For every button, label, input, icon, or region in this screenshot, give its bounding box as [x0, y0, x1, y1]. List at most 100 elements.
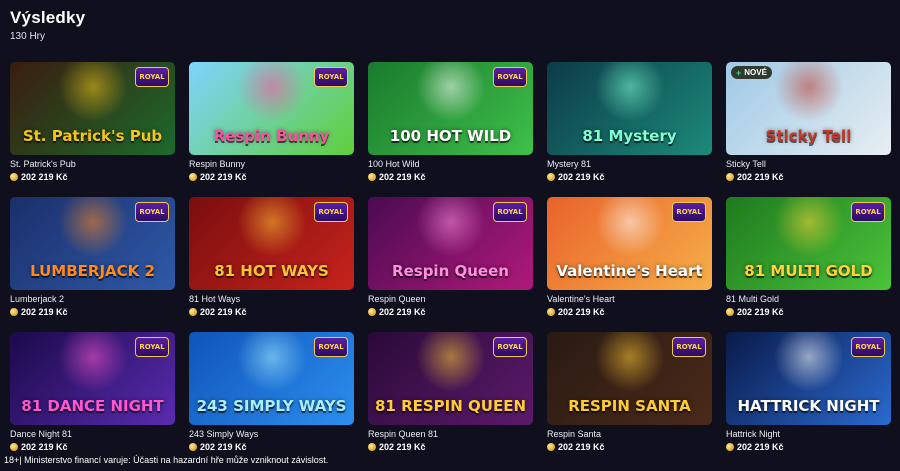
game-card[interactable]: 81 MULTI GOLD ROYAL 81 Multi Gold 202 219 K… [726, 197, 891, 332]
game-thumbnail[interactable]: 81 DANCE NIGHT ROYAL [10, 332, 175, 425]
jackpot-value: 202 219 Kč [737, 307, 784, 317]
game-card[interactable]: 81 RESPIN QUEEN ROYAL Respin Queen 81 202 2… [368, 332, 533, 467]
jackpot-value: 202 219 Kč [21, 442, 68, 452]
jackpot-amount: 202 219 Kč [10, 307, 175, 317]
game-card[interactable]: Respin Bunny ROYAL Respin Bunny 202 219 Kč [189, 62, 354, 197]
game-title[interactable]: Mystery 81 [547, 159, 712, 170]
game-card[interactable]: 81 DANCE NIGHT ROYAL Dance Night 81 202 219… [10, 332, 175, 467]
jackpot-value: 202 219 Kč [200, 442, 247, 452]
jackpot-value: 202 219 Kč [379, 172, 426, 182]
gambling-warning: 18+| Ministerstvo financí varuje: Účasti… [4, 455, 329, 465]
game-thumbnail[interactable]: Valentine's Heart ROYAL [547, 197, 712, 290]
game-title[interactable]: Respin Queen 81 [368, 429, 533, 440]
coin-stack-icon [726, 443, 734, 451]
game-thumbnail[interactable]: LUMBERJACK 2 ROYAL [10, 197, 175, 290]
royal-jackpot-badge: ROYAL [493, 67, 527, 87]
coin-stack-icon [547, 173, 555, 181]
game-logo-text: 243 SIMPLY WAYS [196, 397, 347, 416]
thumbnail-glow [595, 62, 665, 122]
thumbnail-glow [595, 332, 665, 392]
game-thumbnail[interactable]: Sticky Tell + NOVÉ [726, 62, 891, 155]
game-logo-text: Valentine's Heart [556, 262, 703, 281]
game-title[interactable]: 243 Simply Ways [189, 429, 354, 440]
game-title[interactable]: Valentine's Heart [547, 294, 712, 305]
jackpot-amount: 202 219 Kč [726, 172, 891, 182]
game-title[interactable]: 81 Hot Ways [189, 294, 354, 305]
game-title[interactable]: Respin Queen [368, 294, 533, 305]
game-title[interactable]: 100 Hot Wild [368, 159, 533, 170]
coin-stack-icon [368, 308, 376, 316]
game-thumbnail[interactable]: HATTRICK NIGHT ROYAL [726, 332, 891, 425]
new-badge: + NOVÉ [731, 66, 772, 79]
game-card[interactable]: HATTRICK NIGHT ROYAL Hattrick Night 202 219… [726, 332, 891, 467]
game-logo-text: Respin Bunny [213, 127, 330, 146]
game-thumbnail[interactable]: RESPIN SANTA ROYAL [547, 332, 712, 425]
royal-jackpot-badge: ROYAL [851, 337, 885, 357]
game-thumbnail[interactable]: 81 RESPIN QUEEN ROYAL [368, 332, 533, 425]
jackpot-amount: 202 219 Kč [189, 442, 354, 452]
thumbnail-glow [237, 62, 307, 122]
game-grid: St. Patrick's Pub ROYAL St. Patrick's Pub 2… [10, 62, 892, 467]
game-thumbnail[interactable]: St. Patrick's Pub ROYAL [10, 62, 175, 155]
game-title[interactable]: Hattrick Night [726, 429, 891, 440]
royal-jackpot-badge: ROYAL [314, 337, 348, 357]
jackpot-value: 202 219 Kč [737, 442, 784, 452]
jackpot-value: 202 219 Kč [379, 442, 426, 452]
game-title[interactable]: St. Patrick's Pub [10, 159, 175, 170]
royal-jackpot-badge: ROYAL [493, 202, 527, 222]
jackpot-amount: 202 219 Kč [189, 172, 354, 182]
game-title[interactable]: Dance Night 81 [10, 429, 175, 440]
game-logo-text: HATTRICK NIGHT [737, 397, 880, 416]
game-card[interactable]: Sticky Tell + NOVÉ Sticky Tell 202 219 Kč [726, 62, 891, 197]
game-card[interactable]: 100 HOT WILD ROYAL 100 Hot Wild 202 219 Kč [368, 62, 533, 197]
thumbnail-glow [416, 197, 486, 257]
jackpot-amount: 202 219 Kč [726, 442, 891, 452]
jackpot-amount: 202 219 Kč [368, 442, 533, 452]
game-title[interactable]: Sticky Tell [726, 159, 891, 170]
royal-jackpot-badge: ROYAL [314, 202, 348, 222]
game-thumbnail[interactable]: 81 HOT WAYS ROYAL [189, 197, 354, 290]
jackpot-amount: 202 219 Kč [368, 307, 533, 317]
game-title[interactable]: Respin Bunny [189, 159, 354, 170]
game-card[interactable]: RESPIN SANTA ROYAL Respin Santa 202 219 Kč [547, 332, 712, 467]
game-card[interactable]: 81 HOT WAYS ROYAL 81 Hot Ways 202 219 Kč [189, 197, 354, 332]
game-title[interactable]: Respin Santa [547, 429, 712, 440]
game-thumbnail[interactable]: Respin Bunny ROYAL [189, 62, 354, 155]
game-thumbnail[interactable]: 243 SIMPLY WAYS ROYAL [189, 332, 354, 425]
jackpot-amount: 202 219 Kč [189, 307, 354, 317]
game-card[interactable]: Valentine's Heart ROYAL Valentine's Heart 2… [547, 197, 712, 332]
game-title[interactable]: Lumberjack 2 [10, 294, 175, 305]
jackpot-amount: 202 219 Kč [10, 172, 175, 182]
results-count: 130 Hry [10, 31, 46, 42]
coin-stack-icon [189, 308, 197, 316]
jackpot-amount: 202 219 Kč [547, 307, 712, 317]
game-title[interactable]: 81 Multi Gold [726, 294, 891, 305]
game-thumbnail[interactable]: 100 HOT WILD ROYAL [368, 62, 533, 155]
game-card[interactable]: Respin Queen ROYAL Respin Queen 202 219 Kč [368, 197, 533, 332]
coin-stack-icon [189, 173, 197, 181]
game-logo-text: 81 Mystery [582, 127, 677, 146]
game-thumbnail[interactable]: Respin Queen ROYAL [368, 197, 533, 290]
jackpot-amount: 202 219 Kč [547, 442, 712, 452]
royal-jackpot-badge: ROYAL [672, 202, 706, 222]
thumbnail-glow [58, 197, 128, 257]
game-card[interactable]: LUMBERJACK 2 ROYAL Lumberjack 2 202 219 Kč [10, 197, 175, 332]
jackpot-value: 202 219 Kč [200, 307, 247, 317]
game-thumbnail[interactable]: 81 Mystery [547, 62, 712, 155]
coin-stack-icon [10, 443, 18, 451]
game-card[interactable]: St. Patrick's Pub ROYAL St. Patrick's Pub 2… [10, 62, 175, 197]
game-logo-text: 81 DANCE NIGHT [21, 397, 164, 416]
game-logo-text: 81 RESPIN QUEEN [374, 397, 527, 416]
jackpot-value: 202 219 Kč [558, 442, 605, 452]
coin-stack-icon [547, 308, 555, 316]
game-thumbnail[interactable]: 81 MULTI GOLD ROYAL [726, 197, 891, 290]
thumbnail-glow [58, 332, 128, 392]
jackpot-value: 202 219 Kč [21, 307, 68, 317]
game-card[interactable]: 81 Mystery Mystery 81 202 219 Kč [547, 62, 712, 197]
jackpot-value: 202 219 Kč [21, 172, 68, 182]
game-logo-text: 81 HOT WAYS [214, 262, 329, 281]
game-logo-text: 100 HOT WILD [389, 127, 512, 146]
game-card[interactable]: 243 SIMPLY WAYS ROYAL 243 Simply Ways 202 2… [189, 332, 354, 467]
thumbnail-glow [416, 62, 486, 122]
thumbnail-glow [774, 332, 844, 392]
